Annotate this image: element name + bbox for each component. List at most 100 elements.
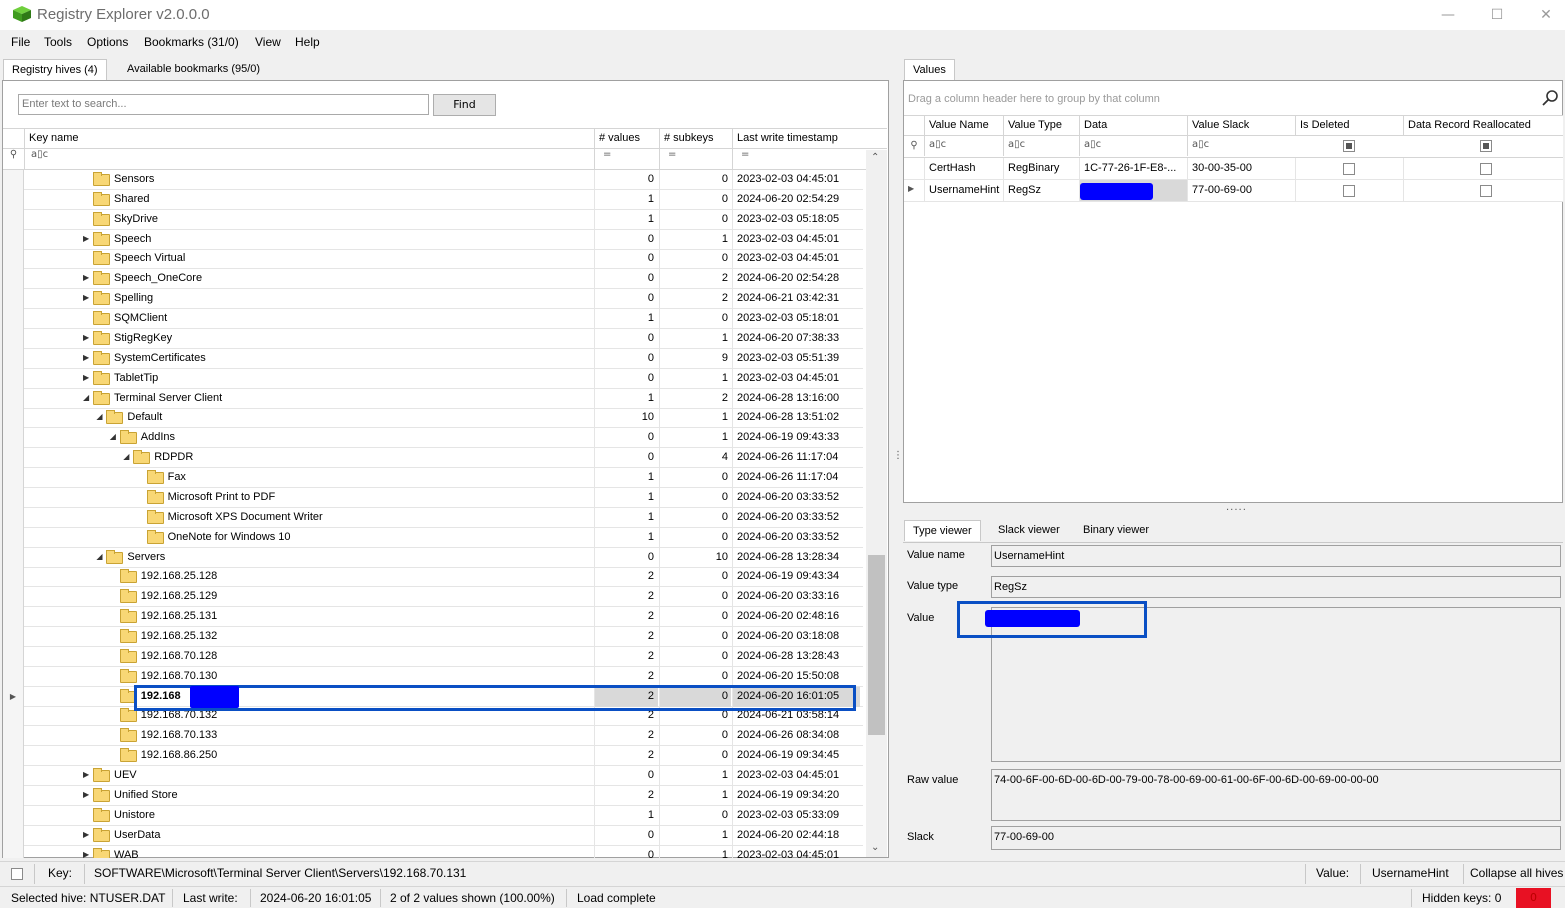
collapse-arrow-icon[interactable]: ◢ bbox=[110, 432, 116, 441]
collapse-arrow-icon[interactable]: ◢ bbox=[96, 412, 102, 421]
collapse-all-hives-link[interactable]: Collapse all hives bbox=[1470, 866, 1563, 880]
close-button[interactable]: ✕ bbox=[1531, 4, 1561, 26]
scroll-thumb[interactable] bbox=[868, 555, 885, 735]
registry-key-row[interactable]: ▶ SystemCertificates 0 9 2023-02-03 05:51:39 bbox=[3, 348, 863, 369]
value-row[interactable]: CertHash RegBinary 1C-77-26-1F-E8-... 30… bbox=[904, 158, 1563, 180]
status-checkbox[interactable] bbox=[11, 868, 23, 880]
registry-key-row[interactable]: ▶ Speech 0 1 2023-02-03 04:45:01 bbox=[3, 229, 863, 250]
collapse-arrow-icon[interactable]: ◢ bbox=[123, 452, 129, 461]
expand-arrow-icon[interactable]: ▶ bbox=[83, 273, 89, 282]
expand-arrow-icon[interactable]: ▶ bbox=[83, 770, 89, 779]
filter-reallocated-checkbox[interactable] bbox=[1480, 140, 1492, 152]
col-key-name[interactable]: Key name bbox=[24, 129, 594, 149]
registry-key-row[interactable]: Fax 1 0 2024-06-26 11:17:04 bbox=[3, 468, 863, 489]
filter-is-deleted-checkbox[interactable] bbox=[1343, 140, 1355, 152]
slack-field[interactable]: 77-00-69-00 bbox=[991, 826, 1561, 850]
registry-key-row[interactable]: SQMClient 1 0 2023-02-03 05:18:01 bbox=[3, 309, 863, 330]
reallocated-checkbox[interactable] bbox=[1480, 163, 1492, 175]
menu-view[interactable]: View bbox=[255, 35, 281, 49]
expand-arrow-icon[interactable]: ▶ bbox=[83, 333, 89, 342]
collapse-arrow-icon[interactable]: ◢ bbox=[83, 393, 89, 402]
registry-key-row[interactable]: Sensors 0 0 2023-02-03 04:45:01 bbox=[3, 170, 863, 190]
filter-value-name[interactable]: a▯c bbox=[924, 136, 1003, 156]
value-row-selected[interactable]: ▶ UsernameHint RegSz 77-00-69-00 bbox=[904, 180, 1563, 202]
expand-arrow-icon[interactable]: ▶ bbox=[83, 790, 89, 799]
col-value-type[interactable]: Value Type bbox=[1003, 116, 1079, 136]
tab-values[interactable]: Values bbox=[904, 59, 955, 80]
col-value-name[interactable]: Value Name bbox=[924, 116, 1003, 136]
registry-key-row[interactable]: OneNote for Windows 10 1 0 2024-06-20 03:33… bbox=[3, 527, 863, 548]
tree-scrollbar[interactable]: ⌃ ⌄ bbox=[866, 150, 887, 857]
scroll-up-icon[interactable]: ⌃ bbox=[871, 152, 879, 163]
col-values[interactable]: # values bbox=[594, 129, 659, 149]
is-deleted-checkbox[interactable] bbox=[1343, 185, 1355, 197]
collapse-arrow-icon[interactable]: ◢ bbox=[96, 552, 102, 561]
registry-key-row[interactable]: ▶ StigRegKey 0 1 2024-06-20 07:38:33 bbox=[3, 328, 863, 349]
filter-values[interactable]: = bbox=[594, 149, 659, 169]
registry-key-row[interactable]: ▶ UserData 0 1 2024-06-20 02:44:18 bbox=[3, 825, 863, 846]
registry-key-row[interactable]: Speech Virtual 0 0 2023-02-03 04:45:01 bbox=[3, 249, 863, 270]
col-subkeys[interactable]: # subkeys bbox=[659, 129, 732, 149]
registry-key-row[interactable]: 192.168.70.133 2 0 2024-06-26 08:34:08 bbox=[3, 726, 863, 747]
registry-key-row[interactable]: ◢ Default 10 1 2024-06-28 13:51:02 bbox=[3, 408, 863, 429]
value-name-field[interactable]: UsernameHint bbox=[991, 545, 1561, 567]
reallocated-checkbox[interactable] bbox=[1480, 185, 1492, 197]
filter-subkeys[interactable]: = bbox=[659, 149, 732, 169]
filter-key-name[interactable]: a▯c bbox=[24, 149, 594, 169]
registry-key-row[interactable]: SkyDrive 1 0 2023-02-03 05:18:05 bbox=[3, 209, 863, 230]
registry-key-row[interactable]: Shared 1 0 2024-06-20 02:54:29 bbox=[3, 189, 863, 210]
find-button[interactable]: Find bbox=[433, 94, 496, 116]
registry-key-row[interactable]: 192.168.25.129 2 0 2024-06-20 03:33:16 bbox=[3, 587, 863, 608]
registry-key-row[interactable]: Unistore 1 0 2023-02-03 05:33:09 bbox=[3, 805, 863, 826]
expand-arrow-icon[interactable]: ▶ bbox=[83, 353, 89, 362]
value-type-field[interactable]: RegSz bbox=[991, 576, 1561, 598]
search-icon[interactable] bbox=[1541, 89, 1559, 107]
search-input[interactable]: Enter text to search... bbox=[18, 94, 429, 115]
registry-key-row[interactable]: ◢ AddIns 0 1 2024-06-19 09:43:33 bbox=[3, 428, 863, 449]
col-data[interactable]: Data bbox=[1079, 116, 1187, 136]
is-deleted-checkbox[interactable] bbox=[1343, 163, 1355, 175]
error-badge[interactable]: 0 bbox=[1516, 888, 1551, 908]
registry-key-row[interactable]: 192.168.70.128 2 0 2024-06-28 13:28:43 bbox=[3, 646, 863, 667]
filter-data[interactable]: a▯c bbox=[1079, 136, 1187, 156]
registry-key-row[interactable]: ◢ Terminal Server Client 1 2 2024-06-28 13:1… bbox=[3, 388, 863, 409]
registry-key-row[interactable]: ◢ RDPDR 0 4 2024-06-26 11:17:04 bbox=[3, 448, 863, 469]
horizontal-splitter[interactable]: ····· bbox=[1226, 505, 1247, 516]
registry-key-row[interactable]: 192.168.25.131 2 0 2024-06-20 02:48:16 bbox=[3, 607, 863, 628]
menu-bookmarks[interactable]: Bookmarks (31/0) bbox=[144, 35, 239, 49]
expand-arrow-icon[interactable]: ▶ bbox=[83, 234, 89, 243]
registry-key-row[interactable]: ▶ Spelling 0 2 2024-06-21 03:42:31 bbox=[3, 289, 863, 310]
col-value-slack[interactable]: Value Slack bbox=[1187, 116, 1295, 136]
expand-arrow-icon[interactable]: ▶ bbox=[83, 293, 89, 302]
col-is-deleted[interactable]: Is Deleted bbox=[1295, 116, 1403, 136]
tab-binary-viewer[interactable]: Binary viewer bbox=[1075, 520, 1157, 541]
registry-key-row[interactable]: ◢ Servers 0 10 2024-06-28 13:28:34 bbox=[3, 547, 863, 568]
registry-key-row[interactable]: ▶ Speech_OneCore 0 2 2024-06-20 02:54:28 bbox=[3, 269, 863, 290]
registry-key-row[interactable]: ▶ TabletTip 0 1 2023-02-03 04:45:01 bbox=[3, 368, 863, 389]
scroll-down-icon[interactable]: ⌄ bbox=[871, 842, 879, 853]
registry-key-row[interactable]: ▶ UEV 0 1 2023-02-03 04:45:01 bbox=[3, 766, 863, 787]
panel-splitter[interactable]: ⋮ bbox=[893, 450, 903, 466]
expand-arrow-icon[interactable]: ▶ bbox=[83, 850, 89, 858]
filter-value-slack[interactable]: a▯c bbox=[1187, 136, 1295, 156]
registry-key-row[interactable]: 192.168.86.250 2 0 2024-06-19 09:34:45 bbox=[3, 746, 863, 767]
menu-file[interactable]: File bbox=[11, 35, 30, 49]
filter-timestamp[interactable]: = bbox=[732, 149, 860, 169]
tab-registry-hives[interactable]: Registry hives (4) bbox=[3, 59, 107, 80]
registry-key-row[interactable]: ▶ Unified Store 2 1 2024-06-19 09:34:20 bbox=[3, 785, 863, 806]
tab-type-viewer[interactable]: Type viewer bbox=[904, 520, 981, 541]
registry-key-row[interactable]: ▶ WAB 0 1 2023-02-03 04:45:01 bbox=[3, 845, 863, 858]
col-last-write[interactable]: Last write timestamp bbox=[732, 129, 860, 149]
menu-tools[interactable]: Tools bbox=[44, 35, 72, 49]
registry-key-row[interactable]: Microsoft XPS Document Writer 1 0 2024-06-2… bbox=[3, 507, 863, 528]
menu-options[interactable]: Options bbox=[87, 35, 128, 49]
maximize-button[interactable]: ☐ bbox=[1482, 4, 1512, 26]
registry-key-row[interactable]: 192.168.25.128 2 0 2024-06-19 09:43:34 bbox=[3, 567, 863, 588]
minimize-button[interactable]: — bbox=[1433, 4, 1463, 26]
expand-arrow-icon[interactable]: ▶ bbox=[83, 830, 89, 839]
menu-help[interactable]: Help bbox=[295, 35, 320, 49]
registry-key-row[interactable]: 192.168.25.132 2 0 2024-06-20 03:18:08 bbox=[3, 627, 863, 647]
tab-available-bookmarks[interactable]: Available bookmarks (95/0) bbox=[119, 59, 268, 80]
expand-arrow-icon[interactable]: ▶ bbox=[83, 373, 89, 382]
tab-slack-viewer[interactable]: Slack viewer bbox=[990, 520, 1068, 541]
